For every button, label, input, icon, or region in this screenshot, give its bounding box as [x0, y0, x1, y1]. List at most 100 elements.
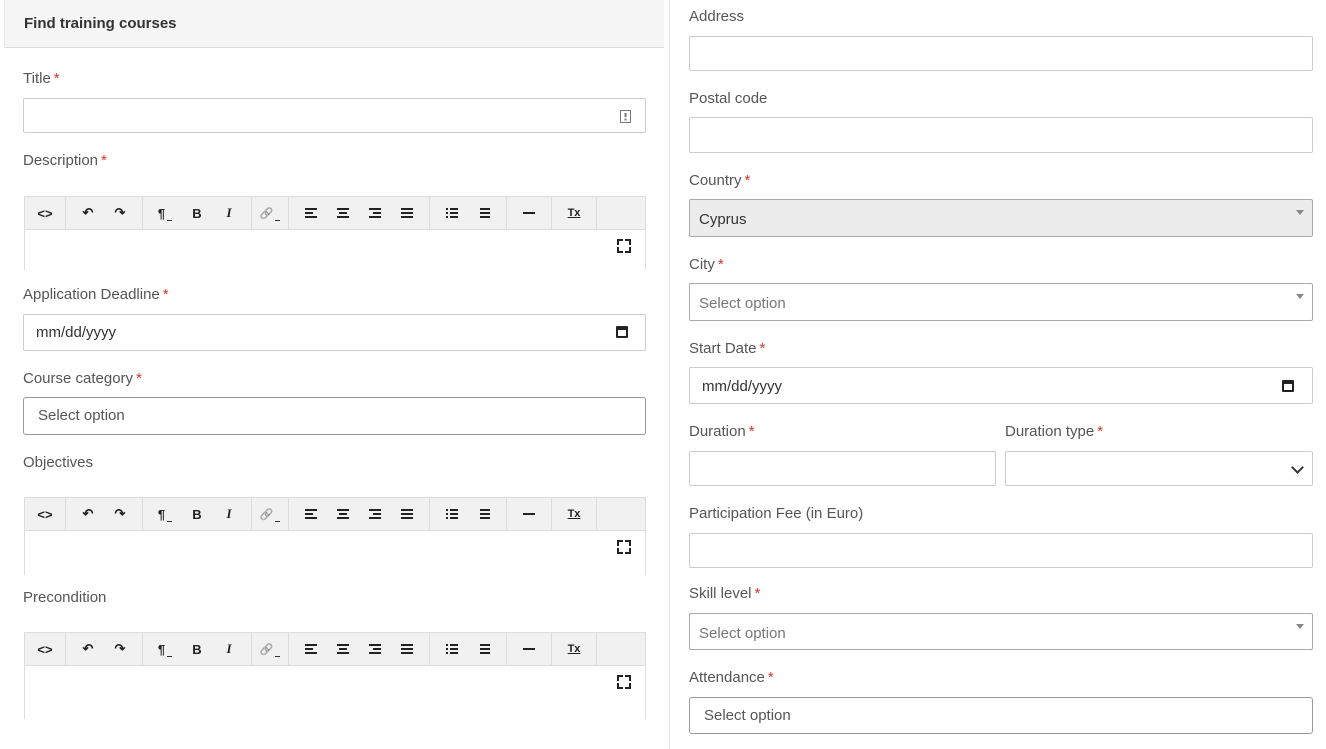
bullet-list-button[interactable] — [436, 633, 468, 665]
dropdown-caret-icon — [1296, 294, 1304, 299]
align-left-icon — [305, 509, 317, 519]
align-justify-button[interactable] — [391, 197, 423, 229]
horizontal-rule-icon — [523, 648, 535, 650]
italic-button[interactable]: I — [213, 197, 245, 229]
bold-button[interactable]: B — [181, 498, 213, 530]
code-view-button[interactable]: <> — [29, 498, 61, 530]
precondition-edit-area[interactable] — [24, 666, 646, 719]
align-center-button[interactable] — [327, 197, 359, 229]
align-center-button[interactable] — [327, 498, 359, 530]
align-right-button[interactable] — [359, 498, 391, 530]
precondition-label: Precondition — [23, 589, 107, 606]
redo-button[interactable]: ↷ — [104, 498, 136, 530]
paragraph-format-button[interactable]: ¶ — [149, 498, 181, 530]
postal-code-input[interactable] — [689, 117, 1313, 153]
align-justify-icon — [401, 208, 413, 218]
numbered-list-button[interactable] — [468, 498, 500, 530]
city-select[interactable]: Select option — [689, 283, 1313, 321]
align-right-button[interactable] — [359, 197, 391, 229]
city-label: City * — [689, 256, 724, 273]
calendar-icon[interactable] — [1282, 380, 1294, 392]
align-justify-icon — [401, 509, 413, 519]
align-left-button[interactable] — [295, 498, 327, 530]
bullet-list-icon — [446, 644, 458, 654]
fee-label: Participation Fee (in Euro) — [689, 505, 864, 522]
panel-title: Find training courses — [24, 15, 177, 32]
horizontal-rule-button[interactable] — [513, 633, 545, 665]
postal-code-label: Postal code — [689, 90, 768, 107]
align-left-button[interactable] — [295, 197, 327, 229]
horizontal-rule-icon — [523, 513, 535, 515]
undo-button[interactable]: ↶ — [72, 633, 104, 665]
bullet-list-button[interactable] — [436, 498, 468, 530]
fullscreen-icon[interactable] — [617, 675, 631, 689]
redo-button[interactable]: ↷ — [104, 197, 136, 229]
duration-type-label: Duration type * — [1005, 423, 1104, 440]
editor-toolbar: <> ↶ ↷ ¶ B I 🔗 Tx — [24, 497, 646, 531]
align-center-icon — [337, 509, 349, 519]
required-mark: * — [53, 70, 60, 87]
bullet-list-button[interactable] — [436, 197, 468, 229]
undo-button[interactable]: ↶ — [72, 498, 104, 530]
dropdown-caret-icon — [1296, 624, 1304, 629]
description-editor[interactable]: <> ↶ ↷ ¶ B I 🔗 Tx — [24, 196, 646, 270]
description-edit-area[interactable] — [24, 230, 646, 270]
align-justify-button[interactable] — [391, 633, 423, 665]
title-input[interactable] — [23, 98, 646, 133]
link-button[interactable]: 🔗 — [254, 498, 286, 530]
duration-type-select[interactable] — [1005, 451, 1313, 486]
numbered-list-button[interactable] — [468, 633, 500, 665]
precondition-editor[interactable]: <> ↶ ↷ ¶ B I 🔗 Tx — [24, 632, 646, 719]
clear-format-button[interactable]: Tx — [558, 197, 590, 229]
bullet-list-icon — [446, 208, 458, 218]
align-right-icon — [369, 509, 381, 519]
italic-button[interactable]: I — [213, 498, 245, 530]
skill-level-select[interactable]: Select option — [689, 613, 1313, 650]
duration-label: Duration * — [689, 423, 755, 440]
align-left-icon — [305, 644, 317, 654]
chevron-down-icon — [1291, 461, 1304, 474]
fullscreen-icon[interactable] — [617, 239, 631, 253]
attendance-select[interactable]: Select option — [689, 697, 1313, 734]
horizontal-rule-button[interactable] — [513, 498, 545, 530]
deadline-label: Application Deadline * — [23, 286, 169, 303]
code-view-button[interactable]: <> — [29, 197, 61, 229]
paragraph-format-button[interactable]: ¶ — [149, 633, 181, 665]
deadline-date-input[interactable]: mm/dd/yyyy — [23, 314, 646, 351]
horizontal-rule-icon — [523, 212, 535, 214]
link-button[interactable]: 🔗 — [254, 197, 286, 229]
calendar-icon[interactable] — [616, 326, 628, 338]
fee-input[interactable] — [689, 533, 1313, 568]
align-left-button[interactable] — [295, 633, 327, 665]
fullscreen-icon[interactable] — [617, 540, 631, 554]
duration-input[interactable] — [689, 451, 996, 486]
editor-toolbar: <> ↶ ↷ ¶ B I 🔗 Tx — [24, 632, 646, 666]
objectives-editor[interactable]: <> ↶ ↷ ¶ B I 🔗 Tx — [24, 497, 646, 577]
link-button[interactable]: 🔗 — [254, 633, 286, 665]
align-justify-button[interactable] — [391, 498, 423, 530]
paragraph-format-button[interactable]: ¶ — [149, 197, 181, 229]
clear-format-button[interactable]: Tx — [558, 633, 590, 665]
info-icon — [620, 110, 631, 123]
align-center-button[interactable] — [327, 633, 359, 665]
category-label: Course category * — [23, 370, 142, 387]
align-right-button[interactable] — [359, 633, 391, 665]
numbered-list-button[interactable] — [468, 197, 500, 229]
bold-button[interactable]: B — [181, 633, 213, 665]
clear-format-button[interactable]: Tx — [558, 498, 590, 530]
objectives-edit-area[interactable] — [24, 531, 646, 575]
category-select[interactable]: Select option — [23, 397, 646, 435]
bold-button[interactable]: B — [181, 197, 213, 229]
country-select[interactable]: Cyprus — [689, 199, 1313, 237]
bullet-list-icon — [446, 509, 458, 519]
undo-button[interactable]: ↶ — [72, 197, 104, 229]
horizontal-rule-button[interactable] — [513, 197, 545, 229]
code-view-button[interactable]: <> — [29, 633, 61, 665]
editor-toolbar: <> ↶ ↷ ¶ B I 🔗 Tx — [24, 196, 646, 230]
description-label: Description * — [23, 152, 107, 169]
panel-header: Find training courses — [4, 0, 664, 48]
redo-button[interactable]: ↷ — [104, 633, 136, 665]
italic-button[interactable]: I — [213, 633, 245, 665]
address-input[interactable] — [689, 36, 1313, 71]
start-date-input[interactable]: mm/dd/yyyy — [689, 367, 1313, 404]
